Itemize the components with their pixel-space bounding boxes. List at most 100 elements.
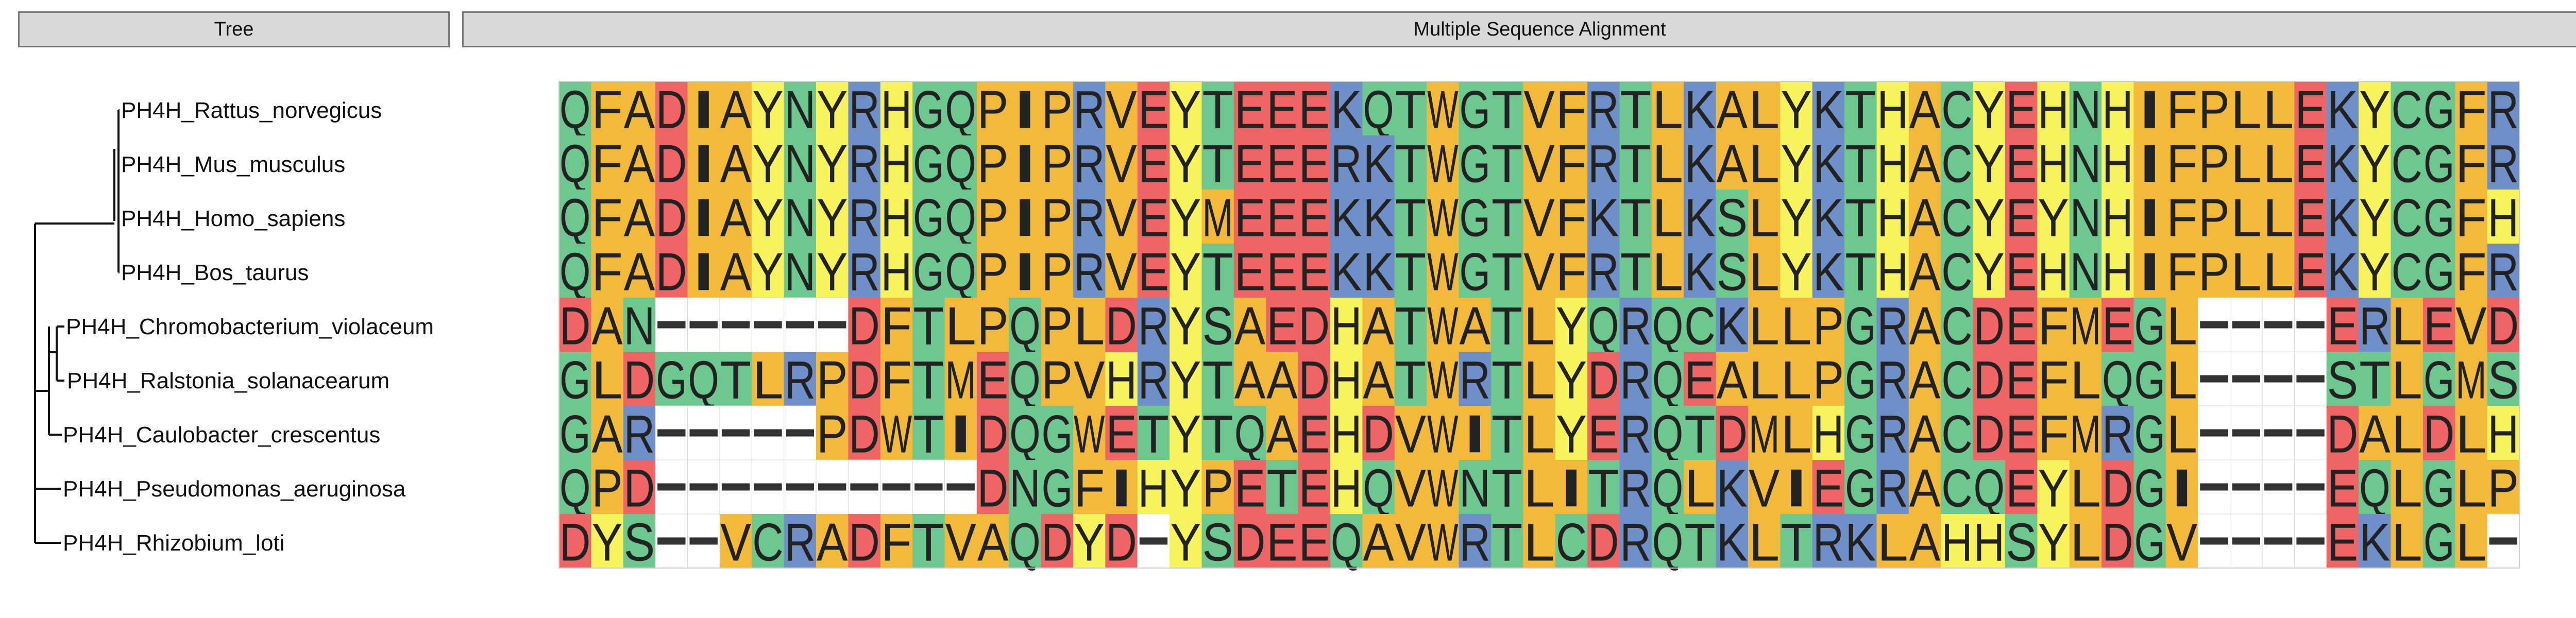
residue-letter: S [1202,296,1233,356]
residue-letter: Y [1781,80,1811,140]
residue-letter: D [1974,296,2005,356]
residue-letter: C [1941,80,1972,140]
residue-letter: C [2391,134,2422,194]
residue-letter: F [2455,80,2486,140]
residue-letter: I [688,80,719,140]
residue-letter: D [624,350,655,410]
residue-letter: R [1138,296,1169,356]
residue-letter: L [945,296,976,356]
residue-letter: Q [1009,350,1040,410]
residue-letter: N [785,80,816,140]
residue-letter: L [2391,296,2422,356]
residue-letter: H [1877,80,1908,140]
residue-letter: T [913,296,944,356]
residue-letter: H [2488,404,2519,464]
residue-letter: F [591,80,622,140]
residue-letter: E [1299,80,1330,140]
residue-letter: F [2166,242,2197,302]
residue-letter: H [2102,242,2133,302]
residue-letter: I [2166,458,2197,518]
residue-letter: F [2038,350,2069,410]
residue-letter: Y [1556,296,1587,356]
residue-letter: H [1106,350,1137,410]
residue-letter: D [977,458,1008,518]
residue-letter: R [1138,350,1169,410]
residue-letter: D [1042,512,1073,572]
residue-letter: P [2198,242,2229,302]
residue-letter: E [1266,80,1297,140]
residue-letter: T [1395,242,1426,302]
residue-letter: L [2455,512,2486,572]
gap-dash [2296,429,2325,437]
gap-dash [754,483,782,491]
gap-dash [914,483,943,491]
residue-letter: Q [945,134,976,194]
residue-letter: E [2006,188,2037,248]
residue-letter: K [1684,242,1715,302]
residue-letter: A [1909,296,1941,356]
residue-letter: D [656,134,687,194]
residue-letter: D [1106,512,1137,572]
residue-letter: E [1299,188,1330,248]
gap-dash [2200,321,2228,329]
residue-letter: P [1042,242,1073,302]
residue-letter: Q [560,242,590,302]
residue-letter: P [1813,350,1844,410]
residue-letter: V [1523,242,1554,302]
residue-letter: D [849,512,879,572]
residue-letter: I [1009,188,1040,248]
residue-letter: I [1460,404,1490,464]
residue-letter: E [1588,404,1619,464]
residue-letter: Q [1234,404,1265,464]
residue-letter: D [849,404,879,464]
residue-letter: C [1556,512,1587,572]
residue-letter: I [1009,134,1040,194]
gap-dash [657,483,686,491]
residue-letter: F [1556,134,1587,194]
residue-letter: E [2327,458,2358,518]
residue-letter: N [1460,458,1490,518]
residue-letter: N [2070,188,2101,248]
residue-letter: F [591,242,622,302]
residue-letter: E [1234,188,1265,248]
residue-letter: E [1138,242,1169,302]
residue-letter: I [2134,134,2165,194]
residue-letter: R [1620,350,1651,410]
residue-letter: E [1684,350,1715,410]
residue-letter: H [2102,188,2133,248]
residue-letter: F [1556,188,1587,248]
residue-letter: D [2327,404,2358,464]
residue-letter: G [560,350,590,410]
residue-letter: G [1460,80,1490,140]
residue-letter: A [1717,80,1748,140]
residue-letter: H [1331,296,1362,356]
residue-letter: V [2166,512,2197,572]
residue-letter: C [1941,296,1972,356]
residue-letter: F [591,134,622,194]
residue-letter: H [1331,458,1362,518]
residue-letter: L [2455,404,2486,464]
residue-letter: W [1427,188,1458,248]
residue-letter: G [2134,296,2165,356]
residue-letter: P [2198,80,2229,140]
residue-letter: E [2327,296,2358,356]
residue-letter: K [1813,134,1844,194]
residue-letter: A [720,188,752,248]
residue-letter: L [2391,458,2422,518]
residue-letter: V [1395,458,1426,518]
residue-letter: P [1042,350,1073,410]
residue-letter: Q [1009,404,1040,464]
residue-letter: T [1266,458,1297,518]
residue-letter: Q [2359,458,2390,518]
residue-letter: L [1749,80,1780,140]
residue-letter: H [2038,134,2069,194]
gap-dash [2296,537,2325,545]
residue-letter: A [1363,350,1394,410]
residue-letter: F [2455,242,2486,302]
residue-letter: P [2198,134,2229,194]
residue-letter: T [1588,458,1619,518]
sequence-alignment-grid: QFADIAYNYRHGQPIPRVEYTEEEKQTWGTVFRTLKALYK… [558,80,2520,572]
residue-letter: A [977,512,1009,572]
residue-letter: A [1717,350,1748,410]
gap-dash [2264,429,2293,437]
